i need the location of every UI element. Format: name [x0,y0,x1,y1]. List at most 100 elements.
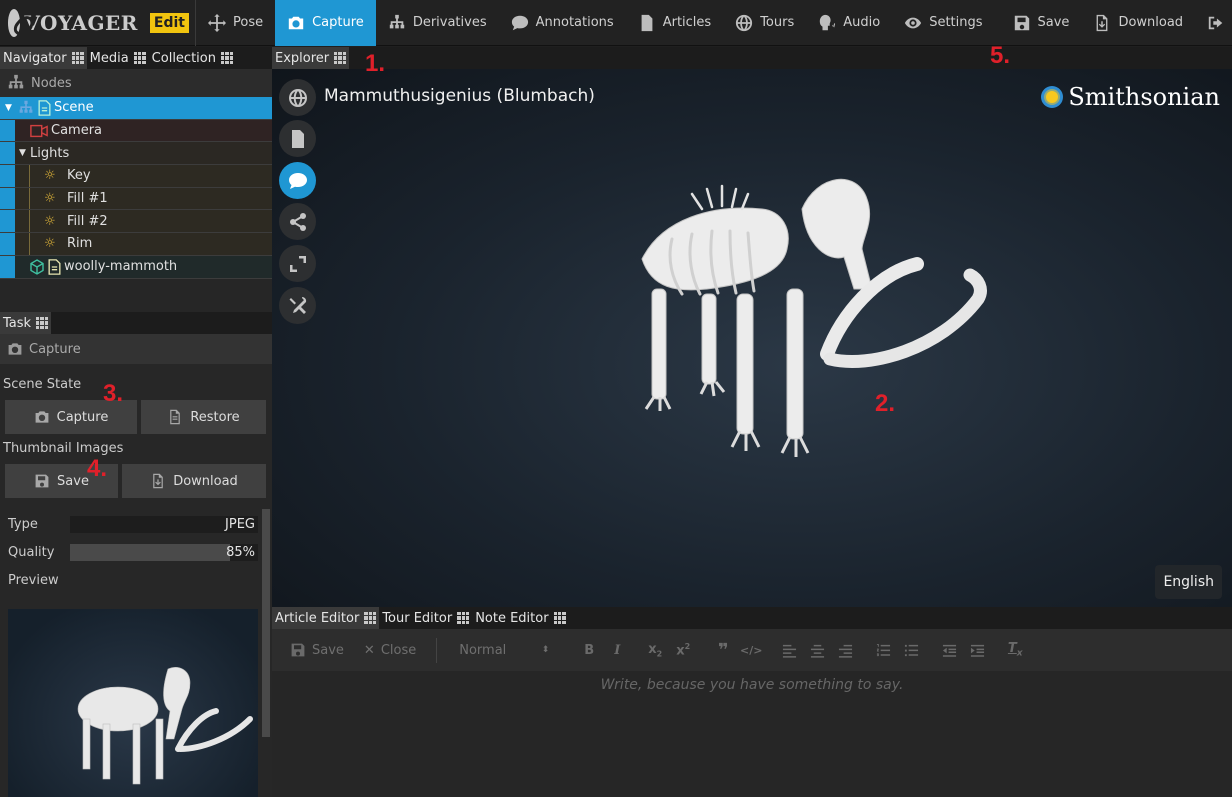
tab-explorer[interactable]: Explorer [272,47,350,69]
sitemap-icon [8,74,24,89]
tree-node-rim[interactable]: ☼ Rim [0,233,272,256]
tab-task[interactable]: Task [0,312,52,334]
share-button[interactable] [279,203,316,240]
node-tree: ▼ Scene Camera ▼ Lights ☼ Key ☼ Fill #1 [0,97,272,337]
tree-node-fill-1[interactable]: ☼ Fill #1 [0,187,272,211]
camera-icon [35,411,49,423]
download-label: Download [1118,15,1184,30]
indent-button[interactable] [963,643,991,658]
speaking-head-icon [820,14,836,30]
fullscreen-button[interactable] [279,245,316,282]
tab-tour-editor[interactable]: Tour Editor [379,607,472,629]
clear-format-button[interactable]: Tx [1001,641,1029,659]
editor-toolbar: Save ✕ Close Normal ⬍ B I x2 x2 ❞ </> Tx [272,629,1232,671]
language-button[interactable]: English [1155,565,1222,599]
brand-text: Smithsonian [1068,83,1220,111]
blockquote-button[interactable]: ❞ [709,640,737,661]
bullet-list-button[interactable] [897,643,925,658]
restore-button[interactable]: Restore [141,400,266,434]
rocket-icon [8,8,21,37]
nav-settings[interactable]: Settings [892,0,994,46]
article-text-area[interactable]: Write, because you have something to say… [272,677,1232,693]
format-value: Normal [459,642,507,658]
save-button[interactable]: Save [1001,0,1082,46]
caret-down-icon: ▼ [5,102,12,113]
editor-close-button[interactable]: ✕ Close [364,643,416,658]
exit-button[interactable]: Exit [1195,0,1232,46]
3d-viewport[interactable]: Mammuthusigenius (Blumbach) Smithsonian [272,69,1232,607]
grid-icon [457,612,470,624]
quality-slider[interactable]: 85% [70,543,258,561]
align-right-button[interactable] [831,643,859,658]
floppy-icon [35,474,49,488]
tab-article-editor[interactable]: Article Editor [272,607,380,629]
align-center-button[interactable] [803,643,831,658]
nodes-header: Nodes [0,69,272,97]
thumbnail-download-button[interactable]: Download [122,464,266,498]
tree-node-lights[interactable]: ▼ Lights [0,142,272,166]
globe-button[interactable] [279,79,316,116]
format-select[interactable]: Normal ⬍ [459,643,549,658]
tab-note-editor[interactable]: Note Editor [472,607,568,629]
eye-icon [905,17,922,28]
left-panel: Navigator Media Collection Nodes ▼ Scene… [0,47,272,797]
italic-button[interactable]: I [603,643,631,658]
task-panel: Task Capture Scene State Capture Restore… [0,312,272,594]
nav-derivatives-label: Derivatives [412,15,487,30]
download-button[interactable]: Download [1081,0,1195,46]
task-tabs: Task [0,312,272,334]
reader-button[interactable] [279,120,316,157]
type-select[interactable]: JPEG [70,515,258,533]
subscript-button[interactable]: x2 [641,642,669,659]
ordered-list-button[interactable] [869,643,897,658]
node-label: Rim [67,236,93,252]
tab-collection[interactable]: Collection [149,47,236,69]
app-name: VOYAGER [24,10,138,35]
code-button[interactable]: </> [737,644,765,657]
outdent-button[interactable] [935,643,963,658]
camera-icon [8,343,22,355]
nav-pose[interactable]: Pose [196,0,275,46]
sun-icon [1041,86,1064,108]
tab-navigator[interactable]: Navigator [0,47,87,69]
comment-icon [511,15,528,30]
tree-node-key[interactable]: ☼ Key [0,165,272,188]
nav-annotations[interactable]: Annotations [499,0,626,46]
smithsonian-logo: Smithsonian [1041,83,1220,111]
cube-icon [30,258,44,275]
grid-icon [334,52,347,64]
exit-icon [1208,16,1223,29]
editor-save-button[interactable]: Save [290,642,344,658]
quality-label: Quality [8,544,55,560]
nav-derivatives[interactable]: Derivatives [376,0,499,46]
model-title: Mammuthusigenius (Blumbach) [324,86,595,106]
nav-audio[interactable]: Audio [806,0,892,46]
move-icon [208,13,226,32]
tree-node-woolly-mammoth[interactable]: woolly-mammoth [0,255,272,279]
tab-media[interactable]: Media [87,47,149,69]
clear-format-icon: Tx [1007,641,1023,659]
tree-node-camera[interactable]: Camera [0,119,272,143]
align-left-button[interactable] [775,643,803,658]
bold-button[interactable]: B [575,643,603,658]
main-toolbar: VOYAGER Edit Pose Capture Derivatives An… [0,0,1232,46]
tree-node-fill-2[interactable]: ☼ Fill #2 [0,210,272,234]
node-label: woolly-mammoth [64,259,178,275]
task-scrollbar[interactable] [262,509,270,737]
nav-capture[interactable]: Capture [275,0,376,46]
tools-button[interactable] [279,287,316,324]
sitemap-icon [389,14,405,28]
annotation-marker-5: 5. [990,42,1011,69]
tree-node-scene[interactable]: ▼ Scene [0,97,272,120]
annotations-toggle-button[interactable] [279,162,316,199]
toolbar-divider [436,637,438,663]
nav-tours[interactable]: Tours [723,0,806,46]
nav-articles[interactable]: Articles [626,0,723,46]
superscript-button[interactable]: x2 [669,642,697,658]
lightbulb-icon: ☼ [44,236,56,252]
tab-article-editor-label: Article Editor [275,610,360,626]
editor-tabs: Article Editor Tour Editor Note Editor [272,607,1232,629]
restore-button-label: Restore [190,409,240,425]
bold-icon: B [584,642,595,658]
nodes-title: Nodes [31,75,72,91]
